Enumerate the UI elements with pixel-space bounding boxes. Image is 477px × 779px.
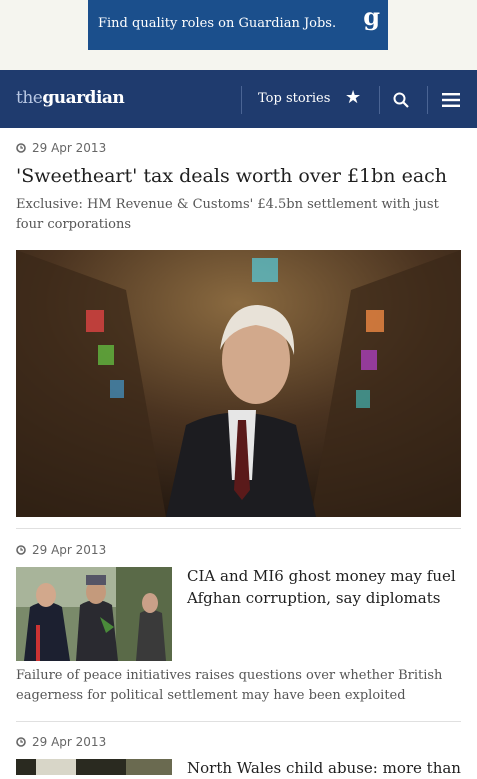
article-standfirst[interactable]: Exclusive: HM Revenue & Customs' £4.5bn …: [16, 195, 461, 235]
menu-icon[interactable]: [442, 93, 460, 107]
article-date: 29 Apr 2013: [16, 735, 106, 749]
clock-icon: [16, 545, 26, 555]
article-date-text: 29 Apr 2013: [32, 141, 107, 155]
article-photo: [16, 759, 172, 775]
article-headline[interactable]: North Wales child abuse: more than: [187, 757, 467, 779]
search-icon[interactable]: [393, 92, 409, 108]
header-divider: [241, 86, 242, 114]
article-main-image[interactable]: [16, 250, 461, 517]
diplomats-photo: [16, 567, 172, 661]
article-divider: [16, 721, 461, 722]
header-divider: [379, 86, 380, 114]
article-divider: [16, 528, 461, 529]
logo-the: the: [16, 88, 43, 108]
logo-guardian: guardian: [42, 88, 125, 108]
star-icon[interactable]: ★: [345, 87, 361, 108]
article-date-text: 29 Apr 2013: [32, 735, 107, 749]
article-thumbnail[interactable]: [16, 567, 172, 661]
guardian-g-logo: g: [363, 2, 380, 31]
article-date: 29 Apr 2013: [16, 543, 106, 557]
article-headline[interactable]: CIA and MI6 ghost money may fuel Afghan …: [187, 565, 467, 609]
article-date-text: 29 Apr 2013: [32, 543, 107, 557]
guardian-logo[interactable]: theguardian: [16, 88, 125, 108]
jobs-ad-banner[interactable]: Find quality roles on Guardian Jobs. g: [88, 0, 388, 50]
article-headline[interactable]: 'Sweetheart' tax deals worth over £1bn e…: [16, 162, 461, 190]
ad-text: Find quality roles on Guardian Jobs.: [98, 16, 337, 31]
article-thumbnail[interactable]: [16, 759, 172, 775]
site-header: theguardian Top stories ★: [0, 70, 477, 128]
man-portrait-photo: [16, 250, 461, 517]
clock-icon: [16, 737, 26, 747]
header-divider: [427, 86, 428, 114]
article-date: 29 Apr 2013: [16, 141, 106, 155]
ad-strip: Find quality roles on Guardian Jobs. g: [0, 0, 477, 70]
top-stories-link[interactable]: Top stories: [258, 91, 330, 106]
clock-icon: [16, 143, 26, 153]
article-standfirst[interactable]: Failure of peace initiatives raises ques…: [16, 666, 461, 706]
